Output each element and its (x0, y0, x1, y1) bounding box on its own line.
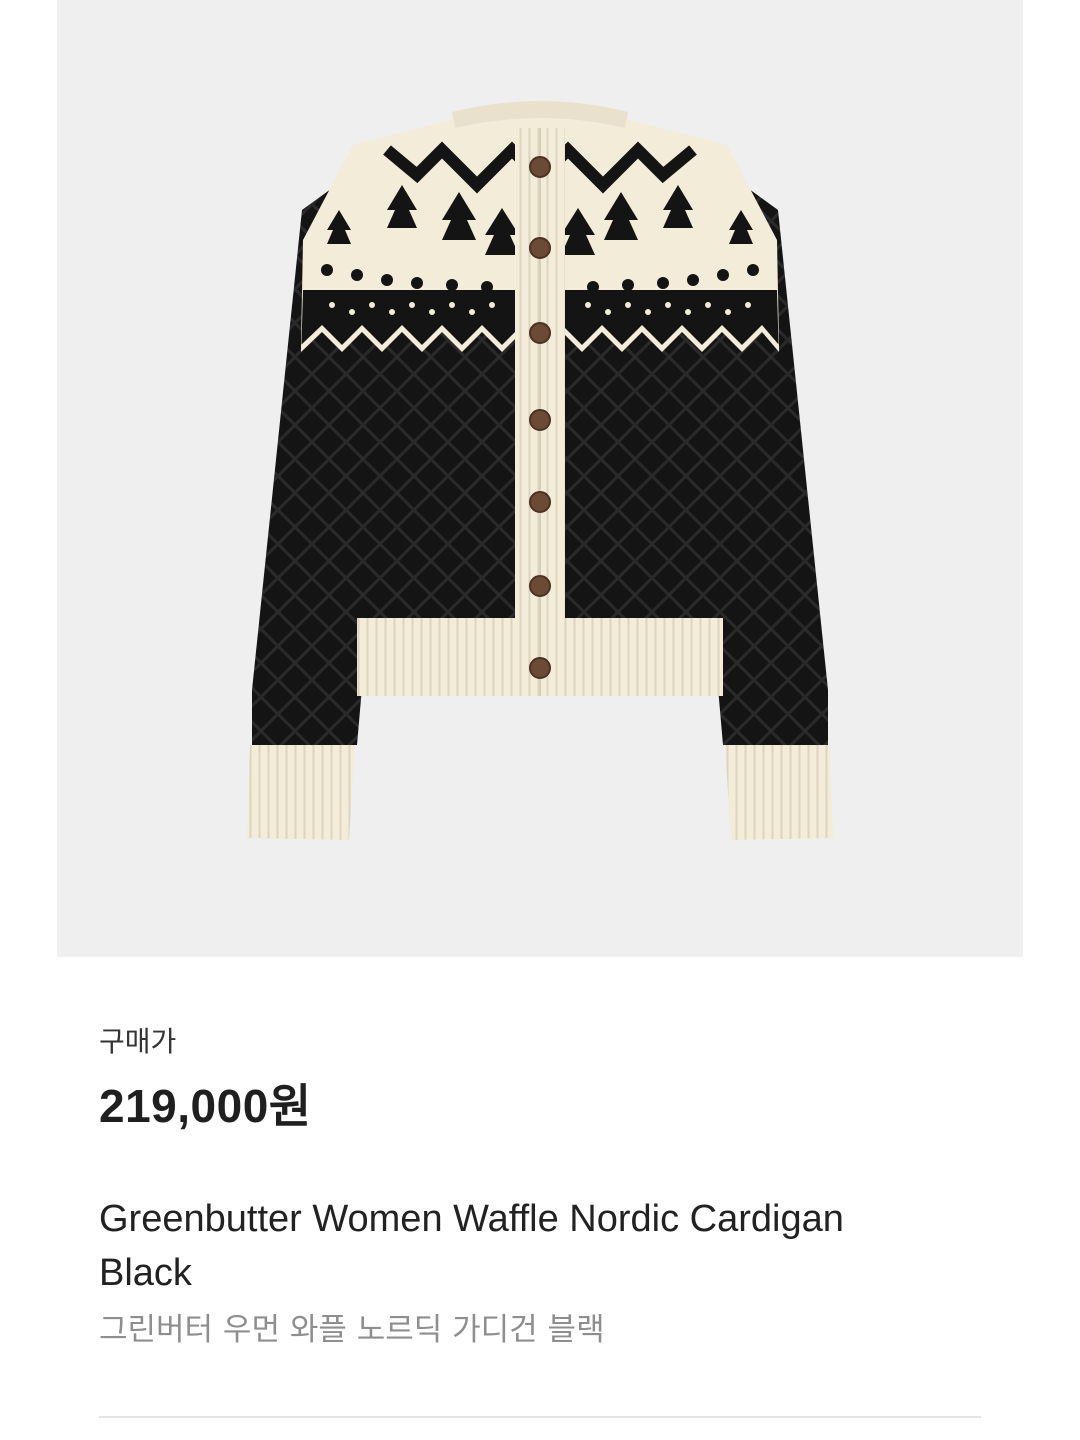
cardigan-illustration (247, 101, 833, 840)
divider (99, 1416, 981, 1418)
left-cuff (247, 745, 355, 840)
product-image[interactable] (57, 0, 1023, 957)
right-cuff (725, 745, 833, 840)
product-name-korean: 그린버터 우먼 와플 노르딕 가디건 블랙 (99, 1312, 605, 1348)
price-label: 구매가 (99, 1026, 177, 1057)
price-value: 219,000원 (99, 1080, 312, 1132)
product-name-english: Greenbutter Women Waffle Nordic Cardigan… (99, 1198, 844, 1294)
product-info: 구매가 219,000원 Greenbutter Women Waffle No… (99, 1022, 979, 1352)
product-detail-page: 구매가 219,000원 Greenbutter Women Waffle No… (0, 0, 1080, 1440)
